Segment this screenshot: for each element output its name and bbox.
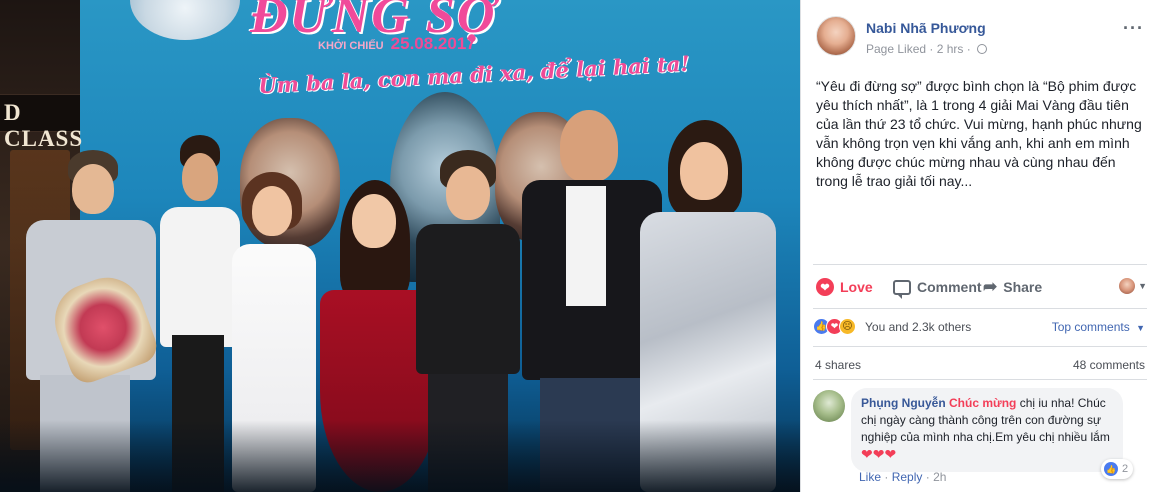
post-stats: 4 shares 48 comments (813, 357, 1147, 373)
release-date: 25.08.2017 (390, 34, 476, 53)
post-actions: ❤ Love Comment ➦ Share ▼ (813, 272, 1147, 302)
shares-count[interactable]: 4 shares (815, 358, 861, 372)
author-name[interactable]: Nabi Nhã Phương (866, 20, 986, 36)
release-label: KHỞI CHIẾU (318, 40, 384, 52)
reactions-summary: 👍 ❤ ☹ You and 2.3k others Top comments ▼ (813, 318, 1147, 336)
comment-like-link[interactable]: Like (859, 470, 881, 484)
post-text: “Yêu đi đừng sợ” được bình chọn là “Bộ p… (816, 78, 1142, 189)
love-label: Love (840, 279, 873, 295)
divider (813, 379, 1147, 380)
comment-like-number: 2 (1122, 463, 1129, 475)
post-header: Nabi Nhã Phương Page Liked · 2 hrs · ··· (816, 16, 1146, 60)
divider (813, 346, 1147, 347)
post-side-panel: Nabi Nhã Phương Page Liked · 2 hrs · ···… (800, 0, 1158, 492)
comment-icon (893, 279, 911, 299)
moon-graphic (130, 0, 240, 40)
heart-emojis: ❤❤❤ (861, 446, 897, 462)
comment-time: 2h (933, 470, 947, 484)
comment-reply-link[interactable]: Reply (892, 470, 923, 484)
caret-down-icon: ▼ (1138, 281, 1147, 291)
store-sign-text: D CLASS (4, 100, 84, 151)
commenter-avatar[interactable] (813, 390, 845, 422)
author-avatar[interactable] (816, 16, 856, 56)
love-button[interactable]: ❤ Love (816, 272, 873, 302)
globe-icon (977, 44, 988, 54)
top-comments-label: Top comments (1051, 320, 1130, 334)
sad-reaction-icon: ☹ (839, 318, 856, 335)
divider (813, 264, 1147, 265)
reaction-emojis[interactable]: 👍 ❤ ☹ (813, 318, 856, 335)
share-label: Share (1003, 279, 1043, 295)
movie-tagline: Ùm ba la, con ma đi xa, để lại hai ta! (257, 50, 691, 99)
post-meta-text: Page Liked · 2 hrs · (866, 42, 971, 56)
comment-like-count[interactable]: 👍 2 (1101, 459, 1134, 479)
release-info: KHỞI CHIẾU 25.08.2017 (318, 34, 476, 54)
more-options-icon[interactable]: ··· (1123, 18, 1144, 39)
heart-icon: ❤ (816, 278, 834, 296)
comment-label: Comment (917, 279, 982, 295)
comments-count[interactable]: 48 comments (1073, 358, 1145, 372)
share-button[interactable]: ➦ Share (983, 272, 1042, 302)
share-icon: ➦ (983, 277, 998, 296)
post-photo[interactable]: D CLASS ĐỪNG SỢ KHỞI CHIẾU 25.08.2017 Ùm… (0, 0, 800, 492)
reaction-identity-picker[interactable]: ▼ (1119, 278, 1147, 294)
divider (813, 308, 1147, 309)
store-sign: D CLASS (0, 94, 82, 151)
comment-bubble: Phụng Nguyễn Chúc mừng chị iu nha! Chúc … (851, 388, 1123, 472)
comment-tag: Chúc mừng (949, 396, 1017, 410)
like-reaction-icon: 👍 (1104, 462, 1118, 476)
user-mini-avatar (1119, 278, 1136, 294)
comment-button[interactable]: Comment (893, 272, 982, 302)
floor-shadow (0, 420, 800, 492)
comment-actions: Like · Reply · 2h (859, 470, 947, 484)
top-comments-dropdown[interactable]: Top comments ▼ (1052, 320, 1145, 334)
reactions-count-text[interactable]: You and 2.3k others (865, 320, 971, 334)
post-meta: Page Liked · 2 hrs · (866, 42, 988, 56)
caret-down-icon: ▼ (1136, 323, 1145, 333)
commenter-name[interactable]: Phụng Nguyễn (861, 396, 946, 410)
